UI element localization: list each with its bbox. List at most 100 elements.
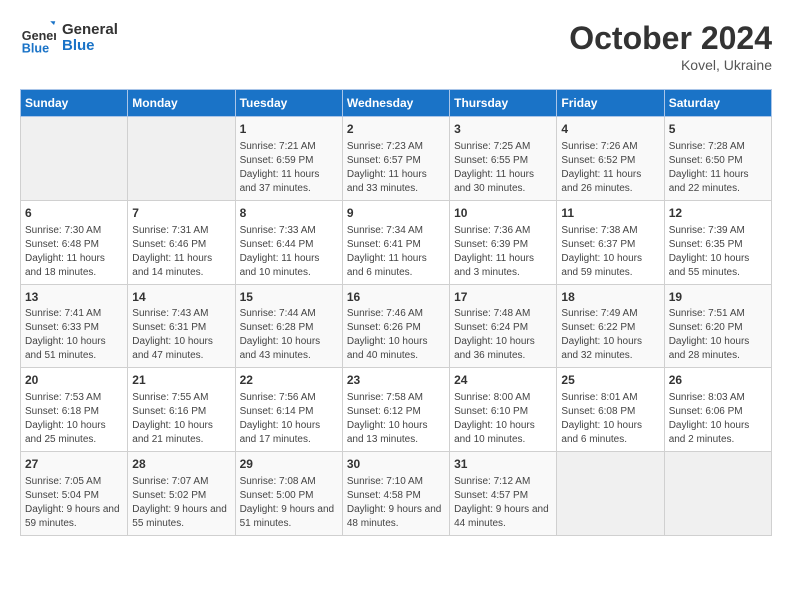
calendar-cell: 23Sunrise: 7:58 AMSunset: 6:12 PMDayligh…	[342, 368, 449, 452]
day-number: 11	[561, 205, 659, 222]
day-info: Sunrise: 8:03 AMSunset: 6:06 PMDaylight:…	[669, 391, 767, 447]
calendar-cell: 25 Sunrise: 8:01 AMSunset: 6:08 PMDayligh…	[557, 368, 664, 452]
day-info: Sunrise: 7:51 AMSunset: 6:20 PMDaylight:…	[669, 307, 767, 363]
day-info: Sunrise: 7:39 AMSunset: 6:35 PMDaylight:…	[669, 224, 767, 280]
calendar-cell: 7 Sunrise: 7:31 AMSunset: 6:46 PMDaylight…	[128, 200, 235, 284]
calendar-cell: 3 Sunrise: 7:25 AMSunset: 6:55 PMDaylight…	[450, 117, 557, 201]
title-block: October 2024 Kovel, Ukraine	[569, 20, 772, 73]
day-info: Sunrise: 7:05 AMSunset: 5:04 PMDaylight:…	[25, 475, 123, 531]
calendar-header-row: SundayMondayTuesdayWednesdayThursdayFrid…	[21, 90, 772, 117]
calendar-cell: 13Sunrise: 7:41 AMSunset: 6:33 PMDayligh…	[21, 284, 128, 368]
day-header-monday: Monday	[128, 90, 235, 117]
day-number: 12	[669, 205, 767, 222]
day-number: 2	[347, 121, 445, 138]
day-number: 27	[25, 456, 123, 473]
day-info: Sunrise: 7:34 AMSunset: 6:41 PMDaylight:…	[347, 224, 445, 280]
calendar-week-row: 27 Sunrise: 7:05 AMSunset: 5:04 PMDayligh…	[21, 452, 772, 536]
day-number: 13	[25, 289, 123, 306]
day-info: Sunrise: 8:00 AMSunset: 6:10 PMDaylight:…	[454, 391, 552, 447]
day-info: Sunrise: 7:46 AMSunset: 6:26 PMDaylight:…	[347, 307, 445, 363]
day-number: 15	[240, 289, 338, 306]
calendar-table: SundayMondayTuesdayWednesdayThursdayFrid…	[20, 89, 772, 536]
logo: General Blue General Blue	[20, 20, 118, 56]
logo-icon: General Blue	[20, 20, 56, 56]
calendar-cell: 1 Sunrise: 7:21 AMSunset: 6:59 PMDaylight…	[235, 117, 342, 201]
day-number: 7	[132, 205, 230, 222]
calendar-week-row: 20 Sunrise: 7:53 AMSunset: 6:18 PMDayligh…	[21, 368, 772, 452]
day-number: 9	[347, 205, 445, 222]
day-info: Sunrise: 7:31 AMSunset: 6:46 PMDaylight:…	[132, 224, 230, 280]
calendar-cell: 8 Sunrise: 7:33 AMSunset: 6:44 PMDaylight…	[235, 200, 342, 284]
day-info: Sunrise: 7:53 AMSunset: 6:18 PMDaylight:…	[25, 391, 123, 447]
day-header-friday: Friday	[557, 90, 664, 117]
day-info: Sunrise: 7:07 AMSunset: 5:02 PMDaylight:…	[132, 475, 230, 531]
day-info: Sunrise: 7:30 AMSunset: 6:48 PMDaylight:…	[25, 224, 123, 280]
day-info: Sunrise: 7:28 AMSunset: 6:50 PMDaylight:…	[669, 140, 767, 196]
day-info: Sunrise: 7:56 AMSunset: 6:14 PMDaylight:…	[240, 391, 338, 447]
calendar-cell: 28Sunrise: 7:07 AMSunset: 5:02 PMDayligh…	[128, 452, 235, 536]
calendar-cell: 31 Sunrise: 7:12 AMSunset: 4:57 PMDayligh…	[450, 452, 557, 536]
day-number: 8	[240, 205, 338, 222]
calendar-cell: 4 Sunrise: 7:26 AMSunset: 6:52 PMDaylight…	[557, 117, 664, 201]
day-number: 1	[240, 121, 338, 138]
day-info: Sunrise: 7:48 AMSunset: 6:24 PMDaylight:…	[454, 307, 552, 363]
page-header: General Blue General Blue October 2024 K…	[20, 20, 772, 73]
day-info: Sunrise: 7:08 AMSunset: 5:00 PMDaylight:…	[240, 475, 338, 531]
day-number: 19	[669, 289, 767, 306]
day-info: Sunrise: 7:25 AMSunset: 6:55 PMDaylight:…	[454, 140, 552, 196]
day-info: Sunrise: 7:12 AMSunset: 4:57 PMDaylight:…	[454, 475, 552, 531]
svg-text:Blue: Blue	[22, 41, 49, 55]
day-number: 17	[454, 289, 552, 306]
day-info: Sunrise: 7:26 AMSunset: 6:52 PMDaylight:…	[561, 140, 659, 196]
day-number: 31	[454, 456, 552, 473]
calendar-cell: 21Sunrise: 7:55 AMSunset: 6:16 PMDayligh…	[128, 368, 235, 452]
calendar-cell	[557, 452, 664, 536]
day-info: Sunrise: 7:44 AMSunset: 6:28 PMDaylight:…	[240, 307, 338, 363]
day-number: 18	[561, 289, 659, 306]
day-number: 26	[669, 372, 767, 389]
day-info: Sunrise: 8:01 AMSunset: 6:08 PMDaylight:…	[561, 391, 659, 447]
day-info: Sunrise: 7:21 AMSunset: 6:59 PMDaylight:…	[240, 140, 338, 196]
calendar-cell: 20 Sunrise: 7:53 AMSunset: 6:18 PMDayligh…	[21, 368, 128, 452]
day-number: 25	[561, 372, 659, 389]
calendar-cell: 18Sunrise: 7:49 AMSunset: 6:22 PMDayligh…	[557, 284, 664, 368]
day-number: 23	[347, 372, 445, 389]
day-number: 20	[25, 372, 123, 389]
day-number: 14	[132, 289, 230, 306]
location-subtitle: Kovel, Ukraine	[569, 57, 772, 73]
day-info: Sunrise: 7:38 AMSunset: 6:37 PMDaylight:…	[561, 224, 659, 280]
day-info: Sunrise: 7:36 AMSunset: 6:39 PMDaylight:…	[454, 224, 552, 280]
day-header-saturday: Saturday	[664, 90, 771, 117]
calendar-cell: 15Sunrise: 7:44 AMSunset: 6:28 PMDayligh…	[235, 284, 342, 368]
calendar-cell: 2Sunrise: 7:23 AMSunset: 6:57 PMDaylight…	[342, 117, 449, 201]
day-info: Sunrise: 7:49 AMSunset: 6:22 PMDaylight:…	[561, 307, 659, 363]
day-number: 3	[454, 121, 552, 138]
day-number: 30	[347, 456, 445, 473]
day-header-thursday: Thursday	[450, 90, 557, 117]
calendar-week-row: 13Sunrise: 7:41 AMSunset: 6:33 PMDayligh…	[21, 284, 772, 368]
calendar-cell: 16Sunrise: 7:46 AMSunset: 6:26 PMDayligh…	[342, 284, 449, 368]
day-info: Sunrise: 7:33 AMSunset: 6:44 PMDaylight:…	[240, 224, 338, 280]
calendar-cell: 11 Sunrise: 7:38 AMSunset: 6:37 PMDayligh…	[557, 200, 664, 284]
calendar-cell: 12 Sunrise: 7:39 AMSunset: 6:35 PMDayligh…	[664, 200, 771, 284]
day-number: 4	[561, 121, 659, 138]
calendar-body: 1 Sunrise: 7:21 AMSunset: 6:59 PMDaylight…	[21, 117, 772, 536]
calendar-cell: 30 Sunrise: 7:10 AMSunset: 4:58 PMDayligh…	[342, 452, 449, 536]
calendar-cell	[21, 117, 128, 201]
calendar-cell: 19Sunrise: 7:51 AMSunset: 6:20 PMDayligh…	[664, 284, 771, 368]
calendar-week-row: 6Sunrise: 7:30 AMSunset: 6:48 PMDaylight…	[21, 200, 772, 284]
day-info: Sunrise: 7:10 AMSunset: 4:58 PMDaylight:…	[347, 475, 445, 531]
day-number: 24	[454, 372, 552, 389]
day-info: Sunrise: 7:43 AMSunset: 6:31 PMDaylight:…	[132, 307, 230, 363]
calendar-cell	[664, 452, 771, 536]
day-info: Sunrise: 7:41 AMSunset: 6:33 PMDaylight:…	[25, 307, 123, 363]
day-header-wednesday: Wednesday	[342, 90, 449, 117]
calendar-cell: 17Sunrise: 7:48 AMSunset: 6:24 PMDayligh…	[450, 284, 557, 368]
day-number: 22	[240, 372, 338, 389]
day-number: 10	[454, 205, 552, 222]
day-header-tuesday: Tuesday	[235, 90, 342, 117]
calendar-cell: 14Sunrise: 7:43 AMSunset: 6:31 PMDayligh…	[128, 284, 235, 368]
calendar-cell: 27 Sunrise: 7:05 AMSunset: 5:04 PMDayligh…	[21, 452, 128, 536]
calendar-cell	[128, 117, 235, 201]
calendar-cell: 5Sunrise: 7:28 AMSunset: 6:50 PMDaylight…	[664, 117, 771, 201]
